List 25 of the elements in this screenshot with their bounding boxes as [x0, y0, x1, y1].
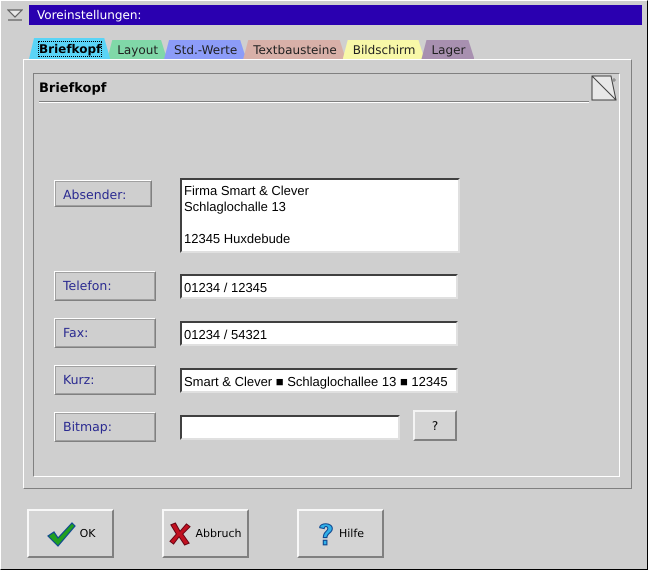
tab[interactable]: Bildschirm	[342, 40, 424, 59]
menu-icon[interactable]	[7, 9, 23, 21]
panel-title: Briefkopf	[39, 81, 106, 96]
tab[interactable]: Std.-Werte	[164, 40, 246, 59]
tab[interactable]: Textbausteine	[243, 40, 346, 59]
cross-icon	[169, 520, 192, 546]
window-title: Voreinstellungen:	[37, 8, 142, 22]
cancel-button[interactable]: Abbruch	[162, 509, 249, 558]
help-button[interactable]: Hilfe	[297, 509, 384, 558]
ok-button[interactable]: OK	[27, 509, 114, 558]
field-label: Bitmap:	[54, 412, 156, 442]
input-field[interactable]	[180, 415, 400, 440]
checkmark-icon	[46, 520, 76, 546]
tab[interactable]: Layout	[107, 40, 168, 59]
input-field[interactable]: Smart & Clever ■ Schlaglochallee 13 ■ 12345	[180, 368, 458, 393]
tab[interactable]: Lager	[421, 40, 474, 59]
field-label: Fax:	[54, 318, 156, 348]
field-label: Telefon:	[54, 271, 156, 301]
field-label: Absender:	[54, 180, 152, 207]
input-field[interactable]: 01234 / 54321	[180, 321, 458, 346]
address-field[interactable]: Firma Smart & Clever Schlaglochalle 13 12345 Huxdebude	[180, 178, 460, 253]
field-label: Kurz:	[54, 365, 156, 395]
input-field[interactable]: 01234 / 12345	[180, 274, 458, 299]
browse-button[interactable]: ?	[413, 410, 457, 441]
tab[interactable]: Briefkopf	[29, 38, 110, 59]
